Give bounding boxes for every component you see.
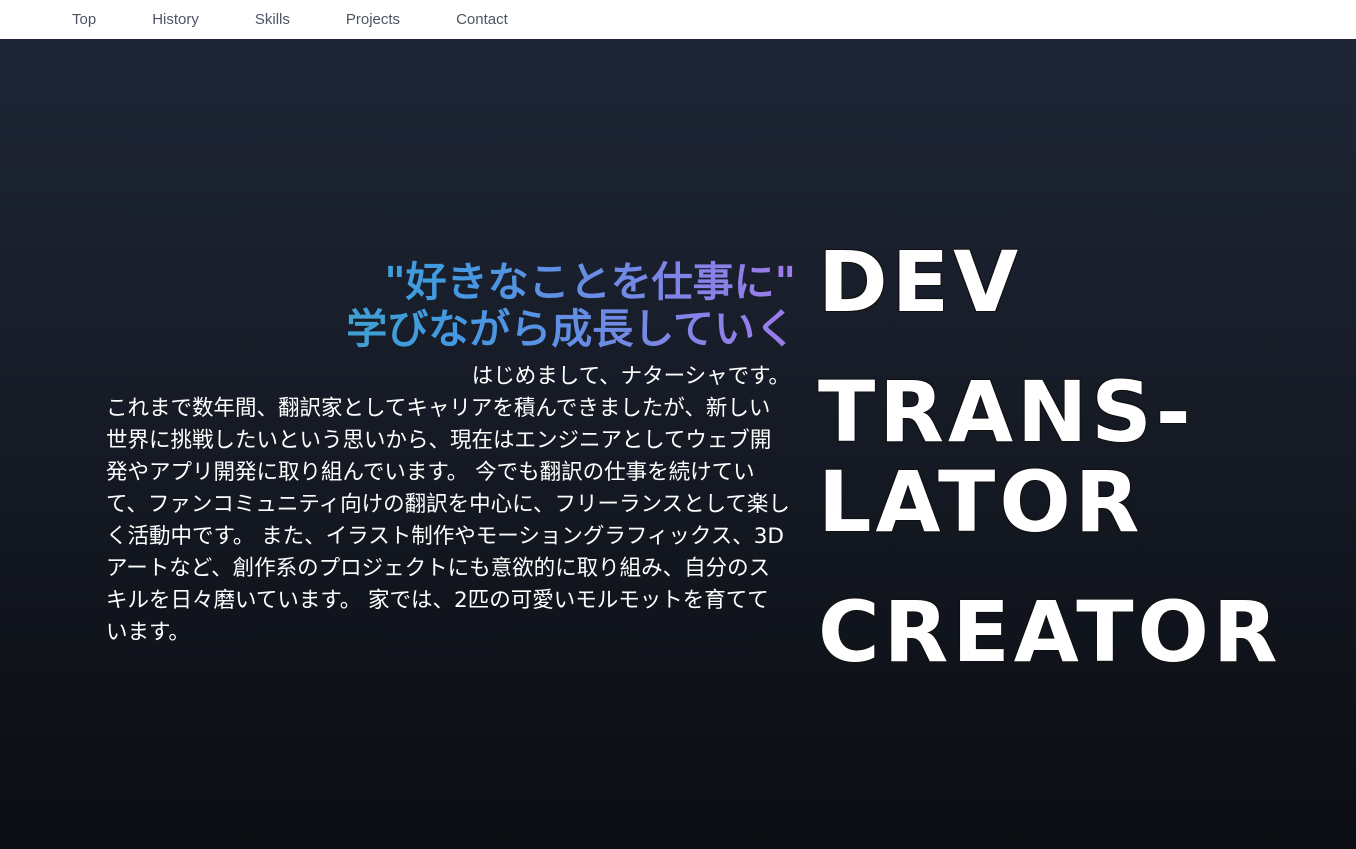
nav-item-top[interactable]: Top: [72, 0, 96, 39]
top-navbar: Top History Skills Projects Contact: [0, 0, 1356, 39]
roles-column: DEV TRANS- LATOR CREATOR: [818, 237, 1338, 677]
role-dev: DEV: [818, 233, 1023, 331]
nav-item-contact[interactable]: Contact: [456, 0, 508, 39]
tagline-line-1: "好きなことを仕事に": [384, 258, 796, 306]
role-translator-line-1: TRANS-: [818, 363, 1195, 461]
intro-paragraph: はじめまして、ナターシャです。 これまで数年間、翻訳家としてキャリアを積んできま…: [106, 361, 790, 649]
role-creator: CREATOR: [818, 583, 1282, 681]
nav-item-skills[interactable]: Skills: [255, 0, 290, 39]
role-translator-line-2: LATOR: [818, 453, 1144, 551]
intro-greeting: はじめまして、ナターシャです。: [471, 364, 790, 389]
intro-column: "好きなことを仕事に" 学びながら成長していく はじめまして、ナターシャです。 …: [106, 259, 796, 649]
intro-body: これまで数年間、翻訳家としてキャリアを積んできましたが、新しい世界に挑戦したいと…: [106, 396, 790, 645]
tagline-heading: "好きなことを仕事に" 学びながら成長していく: [106, 259, 796, 353]
hero-section: "好きなことを仕事に" 学びながら成長していく はじめまして、ナターシャです。 …: [0, 39, 1356, 849]
tagline-line-2: 学びながら成長していく: [346, 305, 796, 353]
nav-item-projects[interactable]: Projects: [346, 0, 400, 39]
nav-item-history[interactable]: History: [152, 0, 199, 39]
nav-list: Top History Skills Projects Contact: [0, 0, 1356, 39]
